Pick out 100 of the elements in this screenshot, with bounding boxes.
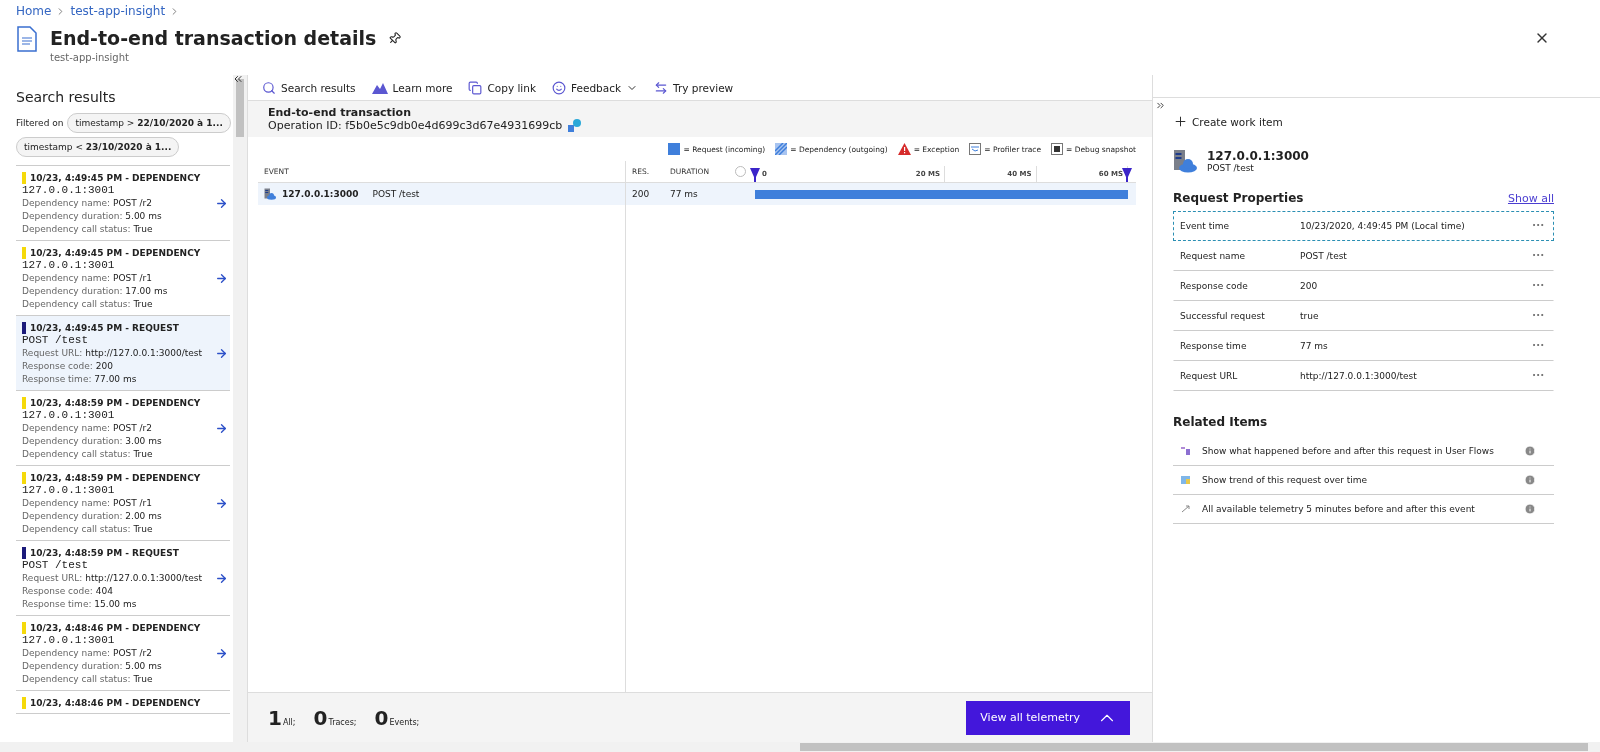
result-property: Response time: 15.00 ms xyxy=(22,598,138,611)
related-link[interactable]: All available telemetry 5 minutes before and after this event xyxy=(1202,504,1512,514)
property-name: Request name xyxy=(1180,251,1246,261)
count-value: 1 xyxy=(268,705,282,730)
result-property: Dependency call status: True xyxy=(22,223,154,236)
snapshot-icon xyxy=(1051,143,1064,155)
result-heading: 10/23, 4:49:45 PM - DEPENDENCY xyxy=(30,248,201,258)
open-arrow-icon[interactable] xyxy=(215,497,228,510)
duration-cell: 77 ms xyxy=(664,183,750,205)
request-swatch-icon xyxy=(668,143,681,155)
info-icon[interactable] xyxy=(1524,503,1536,515)
duration-bar[interactable] xyxy=(755,189,1128,199)
type-marker xyxy=(22,622,26,634)
event-cell[interactable]: 127.0.0.1:3000 POST /test xyxy=(258,183,626,205)
profiler-icon xyxy=(969,143,982,155)
count-value: 0 xyxy=(313,705,328,730)
view-all-button[interactable]: View all telemetry xyxy=(966,700,1130,735)
range-start-handle[interactable] xyxy=(750,168,760,182)
operation-id: Operation ID: f5b0e5c9db0e4d699c3d67e4931699cb xyxy=(268,119,563,132)
filter-chip[interactable]: timestamp > 22/10/2020 à 1... xyxy=(67,113,231,133)
result-heading: 10/23, 4:49:45 PM - DEPENDENCY xyxy=(30,173,201,183)
related-link[interactable]: Show trend of this request over time xyxy=(1202,475,1512,485)
result-property: Dependency name: POST /r1 xyxy=(22,272,153,285)
result-property: Response code: 200 xyxy=(22,360,114,373)
property-row[interactable]: Event time 10/23/2020, 4:49:45 PM (Local time) xyxy=(1173,211,1554,241)
property-row[interactable]: Response code 200 xyxy=(1173,271,1554,301)
panel-title: Search results xyxy=(16,89,117,105)
property-row[interactable]: Response time 77 ms xyxy=(1173,331,1554,361)
filter-chip[interactable]: timestamp < 23/10/2020 à 1... xyxy=(16,137,180,157)
dependency-swatch-icon xyxy=(775,143,788,155)
property-name: Request URL xyxy=(1180,371,1239,381)
breadcrumb-link[interactable]: test-app-insight xyxy=(70,4,166,18)
property-value: 77 ms xyxy=(1300,341,1329,351)
entity-name: POST /test xyxy=(1207,163,1255,173)
arrow-icon xyxy=(1181,505,1190,513)
collapse-icon[interactable] xyxy=(232,73,244,85)
result-property: Dependency name: POST /r2 xyxy=(22,647,153,660)
info-icon[interactable] xyxy=(1524,474,1536,486)
property-value: true xyxy=(1300,311,1320,321)
property-row[interactable]: Request URL http://127.0.0.1:3000/test xyxy=(1173,361,1554,391)
result-host: 127.0.0.1:3001 xyxy=(22,634,116,647)
result-property: Dependency call status: True xyxy=(22,523,154,536)
open-arrow-icon[interactable] xyxy=(215,647,228,660)
toolbar-button[interactable]: Learn more xyxy=(371,81,453,94)
result-heading: 10/23, 4:49:45 PM - REQUEST xyxy=(30,323,179,333)
property-name: Response time xyxy=(1180,341,1248,351)
server-cloud-icon xyxy=(264,188,276,200)
related-link[interactable]: Show what happened before and after this request in User Flows xyxy=(1202,446,1512,456)
result-host: 127.0.0.1:3001 xyxy=(22,484,116,497)
open-arrow-icon[interactable] xyxy=(215,347,228,360)
open-arrow-icon[interactable] xyxy=(215,197,228,210)
section-title: Request Properties xyxy=(1173,191,1304,205)
entity-host: 127.0.0.1:3000 xyxy=(1207,149,1309,163)
property-row[interactable]: Request name POST /test xyxy=(1173,241,1554,271)
property-name: Successful request xyxy=(1180,311,1266,321)
toolbar-button[interactable]: Search results xyxy=(262,80,356,95)
page-title: End-to-end transaction details xyxy=(50,26,377,50)
toolbar-button[interactable]: Copy link xyxy=(468,80,537,95)
type-marker xyxy=(22,547,26,559)
open-arrow-icon[interactable] xyxy=(215,272,228,285)
property-row[interactable]: Successful request true xyxy=(1173,301,1554,331)
result-property: Dependency duration: 2.00 ms xyxy=(22,510,163,523)
open-arrow-icon[interactable] xyxy=(215,422,228,435)
result-property: Dependency name: POST /r1 xyxy=(22,497,153,510)
scrollbar-thumb[interactable] xyxy=(236,79,244,137)
result-property: Request URL: http://127.0.0.1:3000/test xyxy=(22,572,203,585)
result-heading: 10/23, 4:48:59 PM - DEPENDENCY xyxy=(30,398,201,408)
info-icon[interactable] xyxy=(1524,445,1536,457)
transaction-title: End-to-end transaction xyxy=(268,106,412,119)
result-property: Response time: 77.00 ms xyxy=(22,373,138,386)
toolbar-button[interactable]: Feedback xyxy=(552,80,639,95)
result-property: Dependency call status: True xyxy=(22,298,154,311)
property-value: http://127.0.0.1:3000/test xyxy=(1300,371,1418,381)
count-label: Traces; xyxy=(328,717,357,727)
expand-icon[interactable] xyxy=(1155,100,1166,111)
result-item[interactable]: 10/23, 4:49:45 PM - REQUEST POST /test Request URL: http://127.0.0.1:3000/test Response code: 200 Response time: 77.00 ms xyxy=(16,316,230,391)
result-property: Dependency call status: True xyxy=(22,448,154,461)
result-property: Dependency name: POST /r2 xyxy=(22,422,153,435)
type-marker xyxy=(22,472,26,484)
mountain-icon xyxy=(371,81,388,94)
scrollbar-thumb[interactable] xyxy=(800,743,1588,751)
property-value: 200 xyxy=(1300,281,1319,291)
show-all-link[interactable]: Show all xyxy=(1507,191,1554,205)
property-name: Event time xyxy=(1180,221,1230,231)
open-arrow-icon[interactable] xyxy=(215,572,228,585)
result-host: POST /test xyxy=(22,334,89,347)
create-work-item-button[interactable]: Create work item xyxy=(1173,114,1283,129)
range-end-handle[interactable] xyxy=(1122,168,1132,182)
breadcrumb-link[interactable]: Home xyxy=(16,4,52,18)
plus-icon xyxy=(1173,114,1188,129)
toolbar-button[interactable]: Try preview xyxy=(654,80,734,95)
result-property: Response code: 404 xyxy=(22,585,114,598)
section-title: Related Items xyxy=(1173,415,1269,429)
result-property: Dependency duration: 17.00 ms xyxy=(22,285,169,298)
count-label: Events; xyxy=(389,717,420,727)
warning-icon xyxy=(897,143,911,155)
insights-icon[interactable] xyxy=(568,119,582,132)
smiley-icon xyxy=(552,80,567,95)
result-heading: 10/23, 4:48:46 PM - DEPENDENCY xyxy=(30,698,201,708)
page-subtitle: test-app-insight xyxy=(50,52,130,63)
